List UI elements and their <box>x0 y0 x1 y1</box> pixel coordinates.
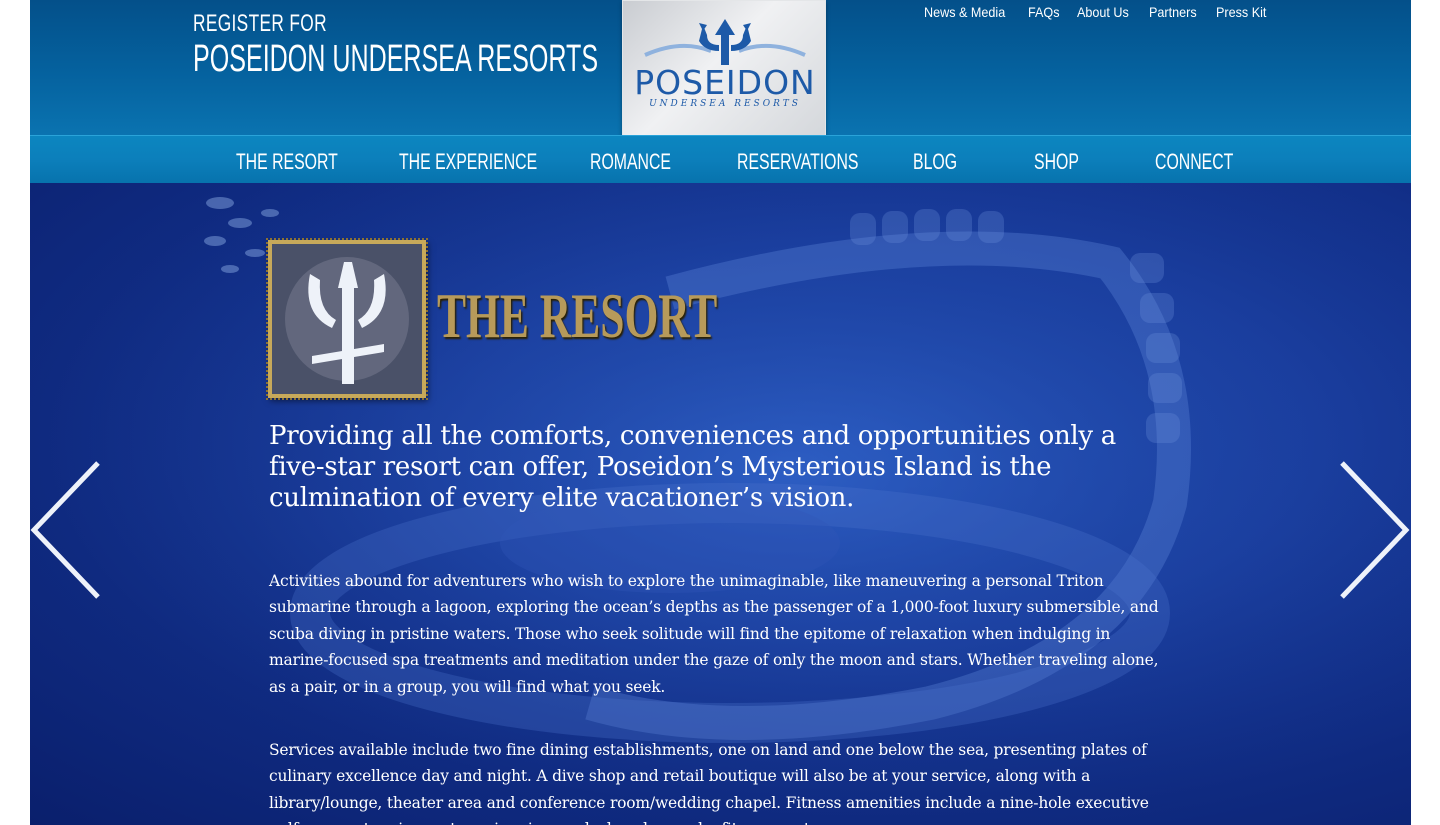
logo-wordmark: POSEIDON <box>634 63 816 102</box>
register-label[interactable]: REGISTER FOR <box>193 10 327 38</box>
resort-badge <box>266 238 428 400</box>
logo-tagline: UNDERSEA RESORTS <box>649 99 801 109</box>
services-paragraph: Services available include two fine dini… <box>269 741 1149 825</box>
utility-nav: News & Media FAQs About Us Partners Pres… <box>924 4 1272 20</box>
nav-item-romance[interactable]: ROMANCE <box>590 149 671 175</box>
utility-link-news-media[interactable]: News & Media <box>924 4 1005 20</box>
chevron-left-icon[interactable] <box>30 460 102 600</box>
page-title: THE RESORT <box>437 280 718 351</box>
chevron-right-icon[interactable] <box>1338 460 1410 600</box>
utility-link-about-us[interactable]: About Us <box>1077 4 1129 20</box>
site-logo[interactable]: POSEIDON UNDERSEA RESORTS <box>622 0 826 140</box>
trident-badge-icon <box>285 257 409 384</box>
utility-link-faqs[interactable]: FAQs <box>1028 4 1060 20</box>
nav-item-the-experience[interactable]: THE EXPERIENCE <box>399 149 537 175</box>
site-header: REGISTER FOR POSEIDON UNDERSEA RESORTS P… <box>30 0 1411 140</box>
hero-lead: Providing all the comforts, conveniences… <box>269 421 1116 513</box>
activities-paragraph: Activities abound for adventurers who wi… <box>269 572 1159 696</box>
nav-item-connect[interactable]: CONNECT <box>1155 149 1233 175</box>
nav-item-shop[interactable]: SHOP <box>1034 149 1079 175</box>
page-frame: REGISTER FOR POSEIDON UNDERSEA RESORTS P… <box>30 0 1411 825</box>
main-nav: THE RESORT THE EXPERIENCE ROMANCE RESERV… <box>30 135 1411 183</box>
register-resort-title[interactable]: POSEIDON UNDERSEA RESORTS <box>193 38 598 81</box>
utility-link-partners[interactable]: Partners <box>1149 4 1197 20</box>
nav-item-reservations[interactable]: RESERVATIONS <box>737 149 858 175</box>
hero-section: THE RESORT Providing all the comforts, c… <box>30 183 1411 825</box>
nav-item-blog[interactable]: BLOG <box>913 149 957 175</box>
utility-link-press-kit[interactable]: Press Kit <box>1216 4 1266 20</box>
nav-item-the-resort[interactable]: THE RESORT <box>236 149 338 175</box>
